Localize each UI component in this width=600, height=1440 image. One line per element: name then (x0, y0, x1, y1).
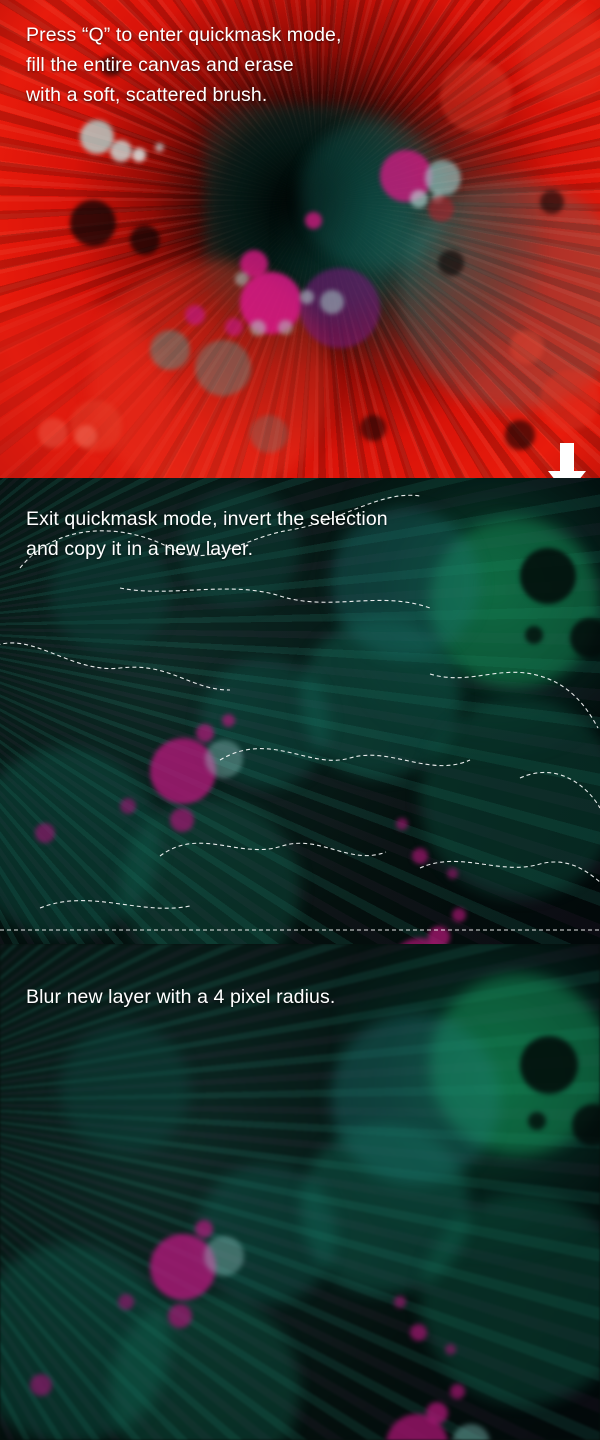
step-arrow-1 (548, 443, 586, 478)
panel-2-caption: Exit quickmask mode, invert the selectio… (26, 508, 388, 560)
panel-1-caption: Press “Q” to enter quickmask mode, fill … (26, 24, 342, 106)
panel-3-caption: Blur new layer with a 4 pixel radius. (26, 986, 336, 1008)
tutorial-page: Press “Q” to enter quickmask mode, fill … (0, 0, 600, 1440)
panel-3-artwork (0, 944, 600, 1440)
step-panel-2: Exit quickmask mode, invert the selectio… (0, 478, 600, 944)
step-panel-1: Press “Q” to enter quickmask mode, fill … (0, 0, 600, 478)
step-panel-3: Blur new layer with a 4 pixel radius. Ga… (0, 944, 600, 1440)
